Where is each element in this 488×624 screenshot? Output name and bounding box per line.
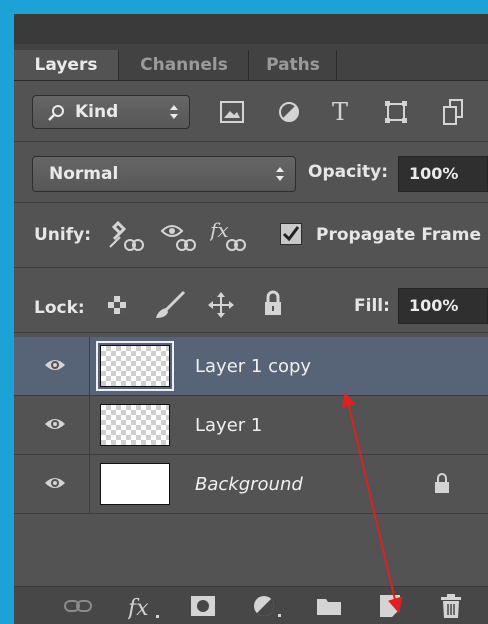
fill-label: Fill:	[354, 296, 390, 316]
filter-kind-label: Kind	[75, 102, 119, 122]
opacity-field[interactable]: 100%	[398, 156, 488, 192]
image-filter-icon[interactable]	[220, 101, 244, 123]
unify-position-icon[interactable]	[108, 219, 144, 253]
layer-name[interactable]: Layer 1	[195, 396, 262, 455]
visibility-column	[14, 455, 90, 513]
layer-row[interactable]: Background	[14, 455, 488, 514]
blend-mode-label: Normal	[49, 164, 119, 184]
unify-row: Unify: fx Propagate Frame	[14, 203, 488, 267]
panel-tabs: Layers Channels Paths	[14, 44, 488, 81]
checkmark-icon	[282, 226, 300, 242]
type-filter-icon[interactable]: T	[327, 97, 353, 127]
panel-title-strip	[14, 14, 488, 44]
updown-arrows-icon	[170, 105, 178, 119]
lock-all-icon[interactable]	[264, 290, 282, 316]
lock-label: Lock:	[34, 298, 85, 318]
tab-layers[interactable]: Layers	[14, 50, 118, 80]
layer-thumbnail[interactable]	[96, 341, 174, 391]
tab-channels[interactable]: Channels	[120, 50, 248, 80]
new-layer-icon[interactable]	[378, 594, 402, 618]
updown-arrows-icon	[276, 167, 284, 181]
add-mask-icon[interactable]	[190, 595, 216, 617]
eye-icon[interactable]	[44, 416, 66, 432]
shape-filter-icon[interactable]	[384, 100, 408, 124]
fill-field[interactable]: 100%	[398, 288, 488, 324]
unify-label: Unify:	[34, 225, 92, 245]
layer-name[interactable]: Background	[195, 455, 303, 514]
filter-row: Kind T	[14, 81, 488, 141]
blend-mode-dropdown[interactable]: Normal	[32, 156, 296, 192]
layers-panel: Layers Channels Paths Kind T Normal Opac…	[14, 14, 488, 624]
propagate-frame-label: Propagate Frame	[316, 225, 482, 245]
blend-row: Normal Opacity: 100%	[14, 142, 488, 202]
layer-thumbnail[interactable]	[100, 404, 170, 446]
unify-style-icon[interactable]: fx	[210, 217, 250, 253]
filter-kind-dropdown[interactable]: Kind	[32, 95, 190, 129]
layer-name[interactable]: Layer 1 copy	[195, 337, 311, 396]
visibility-column	[14, 396, 90, 454]
search-icon	[48, 105, 64, 121]
eye-icon[interactable]	[44, 357, 66, 373]
svg-text:fx: fx	[128, 596, 149, 621]
lock-row: Lock: Fill: 100%	[14, 268, 488, 332]
visibility-column	[14, 337, 90, 395]
adjustment-layer-icon[interactable]	[252, 594, 284, 620]
lock-image-pixels-icon[interactable]	[154, 290, 186, 320]
lock-position-icon[interactable]	[208, 292, 234, 318]
eye-icon[interactable]	[44, 475, 66, 491]
unify-visibility-icon[interactable]	[160, 219, 196, 253]
lock-icon	[435, 473, 449, 493]
layer-row[interactable]: Layer 1	[14, 396, 488, 455]
new-group-icon[interactable]	[316, 596, 342, 616]
svg-text:fx: fx	[210, 218, 229, 242]
opacity-label: Opacity:	[308, 162, 389, 182]
layer-thumbnail[interactable]	[100, 463, 170, 505]
smart-object-filter-icon[interactable]	[442, 99, 464, 125]
tab-paths[interactable]: Paths	[250, 50, 336, 80]
panel-bottom-bar: fx	[14, 586, 488, 624]
lock-transparent-pixels-icon[interactable]	[108, 296, 126, 314]
adjustment-filter-icon[interactable]	[278, 101, 300, 123]
propagate-frame-checkbox[interactable]	[280, 223, 302, 245]
fx-icon[interactable]: fx	[128, 593, 162, 621]
delete-layer-icon[interactable]	[440, 593, 462, 619]
link-layers-icon[interactable]	[64, 599, 92, 613]
layer-row[interactable]: Layer 1 copy	[14, 337, 488, 396]
